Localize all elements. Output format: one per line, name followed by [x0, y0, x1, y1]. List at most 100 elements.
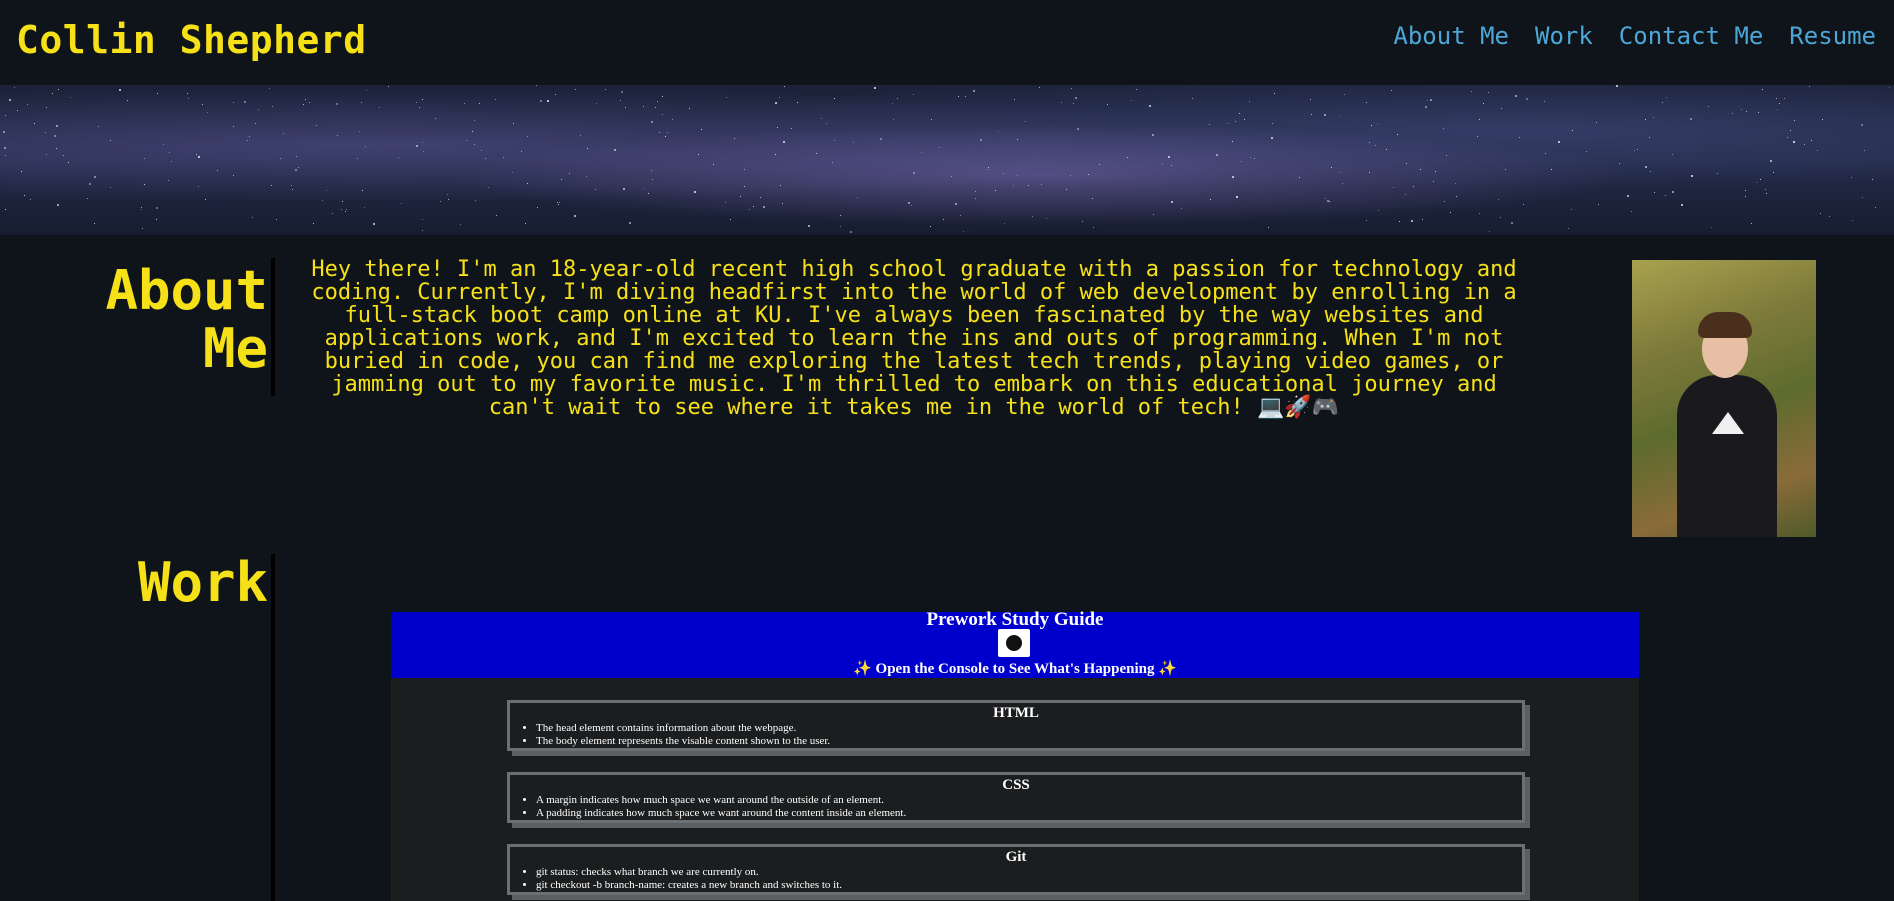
star	[943, 219, 944, 220]
nav-contact-me[interactable]: Contact Me	[1619, 22, 1764, 50]
star	[46, 154, 47, 155]
study-card-item: A margin indicates how much space we wan…	[536, 794, 1522, 807]
star	[1236, 196, 1238, 198]
nav-work[interactable]: Work	[1535, 22, 1593, 50]
star	[94, 176, 96, 178]
star	[1268, 227, 1269, 228]
star	[1131, 100, 1132, 101]
star	[930, 226, 931, 227]
star	[336, 103, 338, 105]
star	[1861, 124, 1863, 126]
star	[921, 152, 922, 153]
star	[87, 198, 88, 199]
star	[1405, 194, 1406, 195]
star	[834, 98, 835, 99]
nav-about-me[interactable]: About Me	[1393, 22, 1509, 50]
star	[605, 89, 606, 90]
star	[1013, 185, 1014, 186]
star	[1299, 177, 1300, 178]
star	[1586, 151, 1587, 152]
star	[1331, 167, 1332, 168]
star	[1339, 172, 1340, 173]
star	[1028, 185, 1029, 186]
star	[783, 141, 785, 143]
star	[1393, 187, 1394, 188]
star	[975, 198, 976, 199]
star	[362, 190, 363, 191]
star	[1017, 139, 1018, 140]
star	[1872, 179, 1873, 180]
star	[734, 138, 735, 139]
star	[1631, 211, 1632, 212]
star	[188, 98, 189, 99]
star	[1784, 98, 1785, 99]
star	[1875, 207, 1876, 208]
star	[342, 201, 343, 202]
star	[1216, 154, 1218, 156]
star	[911, 205, 912, 206]
study-card-git: Git git status: checks what branch we ar…	[507, 844, 1525, 895]
star	[988, 167, 989, 168]
star	[574, 215, 576, 217]
star	[163, 144, 164, 145]
photo-shirt-logo	[1712, 412, 1744, 434]
star	[713, 164, 714, 165]
star	[777, 127, 778, 128]
star	[94, 223, 95, 224]
star	[1634, 150, 1635, 151]
star	[1435, 171, 1436, 172]
star	[56, 148, 57, 149]
star	[1311, 114, 1312, 115]
star	[398, 157, 399, 158]
star	[1066, 189, 1067, 190]
star	[763, 206, 765, 208]
star	[657, 101, 658, 102]
star	[1366, 220, 1367, 221]
star	[271, 185, 272, 186]
star	[1760, 179, 1761, 180]
star	[1327, 200, 1329, 202]
star	[1340, 116, 1341, 117]
study-card-item: git checkout -b branch-name: creates a n…	[536, 879, 1522, 892]
star	[643, 106, 644, 107]
star	[998, 131, 999, 132]
star	[1149, 105, 1151, 107]
star	[1829, 216, 1830, 217]
star	[595, 189, 596, 190]
star	[1864, 150, 1865, 151]
star	[361, 102, 362, 103]
star	[1443, 128, 1444, 129]
star	[880, 138, 882, 140]
star	[897, 98, 898, 99]
star	[913, 94, 914, 95]
star	[359, 131, 360, 132]
star	[365, 146, 366, 147]
star	[853, 142, 854, 143]
star	[784, 86, 785, 87]
star	[1433, 181, 1434, 182]
star	[1444, 201, 1445, 202]
star	[46, 107, 47, 108]
star	[1073, 103, 1074, 104]
star	[689, 108, 690, 109]
star	[474, 144, 475, 145]
star	[54, 135, 56, 137]
star	[68, 162, 69, 163]
star	[555, 94, 556, 95]
star	[1310, 99, 1311, 100]
star	[1645, 166, 1647, 168]
project-preview[interactable]: Prework Study Guide ✨ Open the Console t…	[391, 609, 1639, 901]
nav-resume[interactable]: Resume	[1789, 22, 1876, 50]
star	[840, 226, 841, 227]
star	[1450, 212, 1451, 213]
star	[536, 85, 537, 86]
study-card-item: git status: checks what branch we are cu…	[536, 866, 1522, 879]
star	[975, 191, 976, 192]
star	[1773, 172, 1774, 173]
star	[621, 91, 623, 93]
star	[255, 123, 256, 124]
star	[1653, 117, 1654, 118]
star	[939, 147, 940, 148]
star	[995, 190, 996, 191]
star	[1391, 90, 1392, 91]
